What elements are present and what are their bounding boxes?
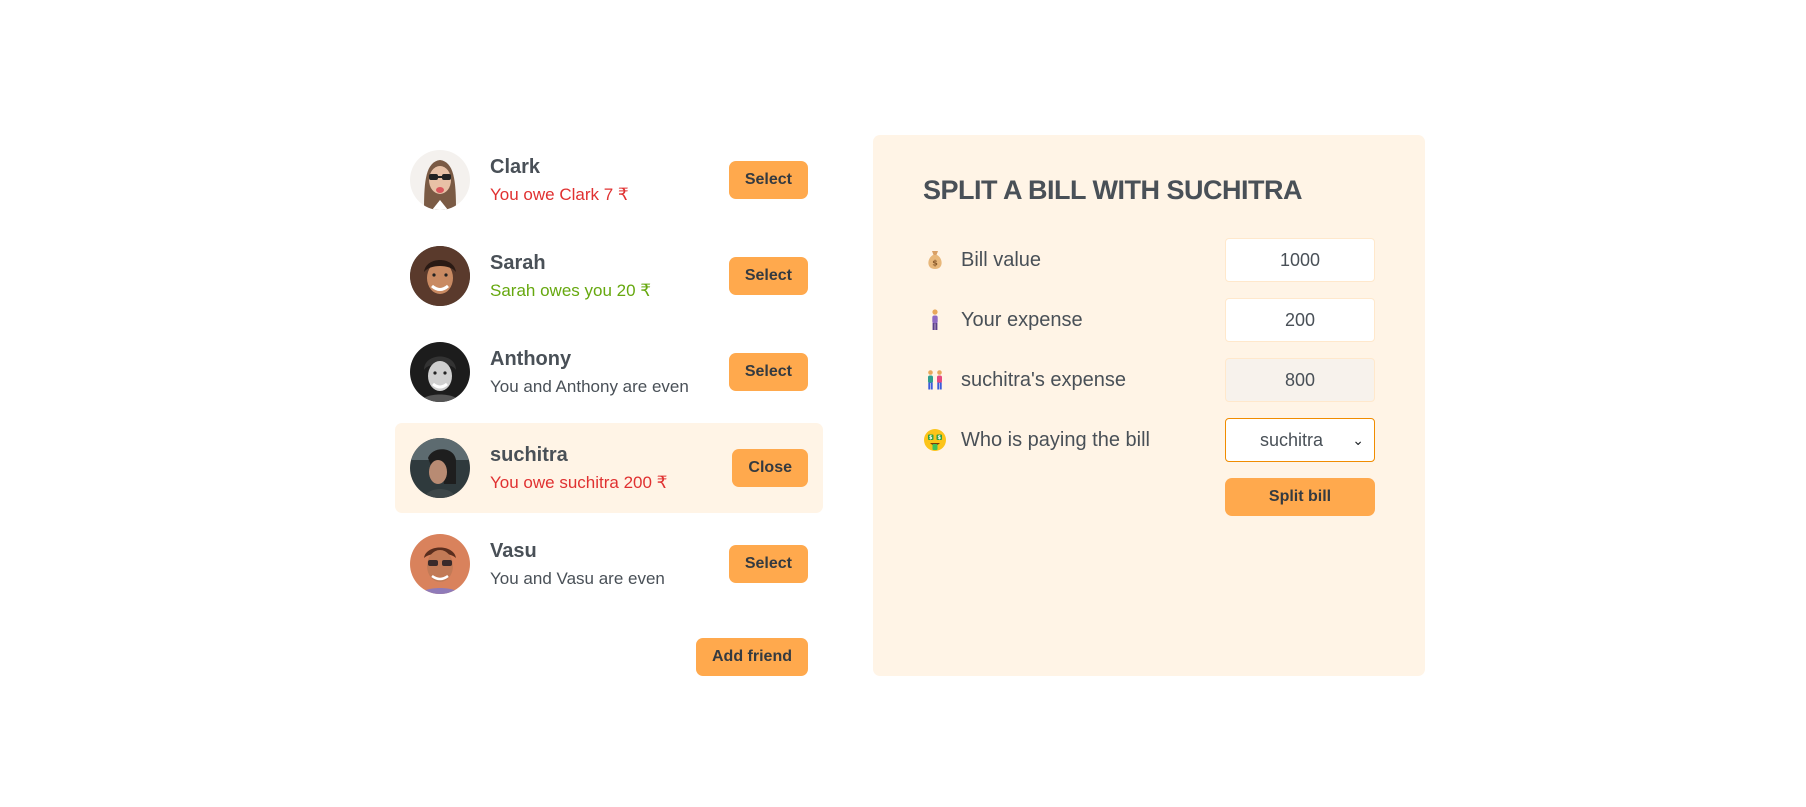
- friend-info: Vasu You and Vasu are even: [490, 540, 709, 589]
- select-friend-button[interactable]: Select: [728, 545, 808, 583]
- friend-name: Clark: [490, 155, 541, 178]
- avatar: [410, 150, 470, 210]
- friend-name: Sarah: [490, 251, 546, 274]
- money-mouth-face-icon: $ $: [924, 429, 946, 451]
- split-bill-form: Split a bill with suchitra $ Bill value …: [873, 135, 1425, 676]
- friend-name: Anthony: [490, 347, 572, 370]
- friend-expense-label: suchitra's expense: [923, 368, 1225, 392]
- friend-item-anthony: Anthony You and Anthony are even Select: [395, 327, 823, 417]
- money-bag-icon: $: [928, 251, 942, 269]
- app: Clark You owe Clark 7 ₹ Select Sarah Sar…: [395, 135, 1425, 676]
- split-submit-row: Split bill: [923, 478, 1375, 516]
- avatar: [410, 342, 470, 402]
- your-expense-input[interactable]: 200: [1225, 298, 1375, 342]
- friend-balance-status: Sarah owes you 20 ₹: [490, 280, 652, 300]
- bill-value-label: $ Bill value: [923, 248, 1225, 272]
- add-friend-button[interactable]: Add friend: [696, 638, 808, 676]
- friend-balance-status: You owe suchitra 200 ₹: [490, 472, 668, 492]
- standing-person-icon: [932, 309, 938, 330]
- friend-name: suchitra: [490, 443, 568, 466]
- payer-text: Who is paying the bill: [961, 428, 1150, 451]
- payer-row: $ $ Who is paying the bill suchitra ⌄: [923, 418, 1375, 462]
- friend-item-suchitra: suchitra You owe suchitra 200 ₹ Close: [395, 423, 823, 513]
- close-friend-button[interactable]: Close: [732, 449, 808, 487]
- svg-text:$: $: [938, 435, 942, 441]
- friend-info: Clark You owe Clark 7 ₹: [490, 156, 709, 205]
- friend-info: Sarah Sarah owes you 20 ₹: [490, 252, 709, 301]
- chevron-down-icon: ⌄: [1352, 431, 1364, 448]
- add-friend-row: Add friend: [395, 638, 823, 676]
- friend-item-clark: Clark You owe Clark 7 ₹ Select: [395, 135, 823, 225]
- bill-value-row: $ Bill value 1000: [923, 238, 1375, 282]
- friend-item-vasu: Vasu You and Vasu are even Select: [395, 519, 823, 609]
- friend-expense-input: 800: [1225, 358, 1375, 402]
- friends-sidebar: Clark You owe Clark 7 ₹ Select Sarah Sar…: [395, 135, 823, 676]
- payer-label: $ $ Who is paying the bill: [923, 428, 1225, 452]
- svg-text:$: $: [932, 259, 938, 268]
- friend-item-sarah: Sarah Sarah owes you 20 ₹ Select: [395, 231, 823, 321]
- avatar: [410, 534, 470, 594]
- payer-select-value: suchitra: [1260, 429, 1324, 450]
- your-expense-text: Your expense: [961, 308, 1083, 331]
- your-expense-label: Your expense: [923, 308, 1225, 332]
- bill-value-input[interactable]: 1000: [1225, 238, 1375, 282]
- split-bill-button[interactable]: Split bill: [1225, 478, 1375, 516]
- select-friend-button[interactable]: Select: [728, 161, 808, 199]
- friend-balance-status: You owe Clark 7 ₹: [490, 184, 629, 204]
- avatar: [410, 246, 470, 306]
- two-people-icon: [928, 370, 942, 390]
- friend-expense-text: suchitra's expense: [961, 368, 1127, 391]
- friends-list: Clark You owe Clark 7 ₹ Select Sarah Sar…: [395, 135, 823, 609]
- svg-text:$: $: [929, 435, 933, 441]
- your-expense-row: Your expense 200: [923, 298, 1375, 342]
- friend-info: suchitra You owe suchitra 200 ₹: [490, 444, 712, 493]
- select-friend-button[interactable]: Select: [728, 353, 808, 391]
- friend-info: Anthony You and Anthony are even: [490, 348, 709, 397]
- bill-value-text: Bill value: [961, 248, 1042, 271]
- payer-select[interactable]: suchitra ⌄: [1225, 418, 1375, 462]
- split-bill-title: Split a bill with suchitra: [923, 175, 1302, 205]
- avatar: [410, 438, 470, 498]
- friend-expense-row: suchitra's expense 800: [923, 358, 1375, 402]
- friend-name: Vasu: [490, 539, 537, 562]
- select-friend-button[interactable]: Select: [728, 257, 808, 295]
- friend-balance-status: You and Vasu are even: [490, 568, 665, 588]
- friend-balance-status: You and Anthony are even: [490, 376, 689, 396]
